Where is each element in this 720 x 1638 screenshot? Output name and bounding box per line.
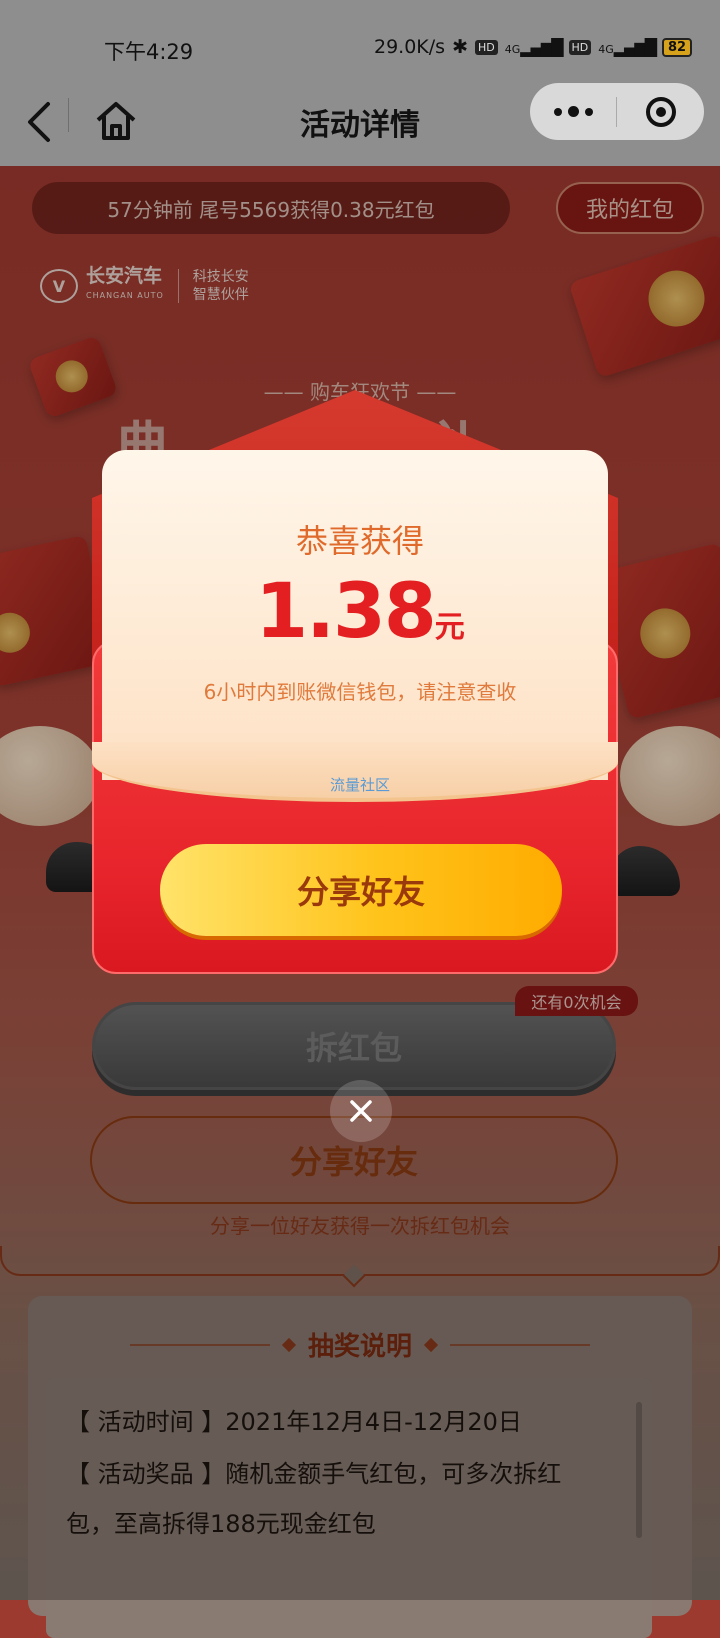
capsule-divider (616, 97, 617, 127)
bluetooth-icon: ✱ (452, 36, 468, 58)
amount-unit: 元 (434, 610, 465, 645)
close-miniprogram-icon[interactable] (618, 83, 704, 140)
nav-divider (68, 98, 69, 132)
signal-icon-2: 4G▂▄▆█ (598, 38, 657, 57)
hd-badge-2: HD (568, 39, 592, 55)
arrival-notice: 6小时内到账微信钱包，请注意查收 (203, 680, 517, 704)
modal-share-friend-button[interactable]: 分享好友 (160, 844, 562, 936)
hd-badge: HD (475, 39, 498, 55)
status-bar: 下午4:29 29.0K/s ✱ HD 4G▂▄▆█ HD 4G▂▄▆█ 82 (0, 0, 720, 80)
signal-icon: 4G▂▄▆█ (504, 38, 564, 57)
watermark-text: 流量社区 (329, 776, 390, 794)
congrats-text: 恭喜获得 (295, 522, 424, 560)
net-speed: 29.0K/s (374, 36, 446, 58)
amount-value: 1.38 (255, 566, 437, 655)
status-icons: 29.0K/s ✱ HD 4G▂▄▆█ HD 4G▂▄▆█ 82 (374, 36, 693, 58)
close-icon[interactable] (330, 1080, 392, 1142)
miniprogram-capsule (530, 83, 704, 140)
more-icon[interactable] (530, 83, 616, 140)
status-time: 下午4:29 (104, 40, 194, 64)
battery-icon: 82 (662, 37, 693, 57)
prize-amount: 1.38元 (0, 566, 720, 655)
